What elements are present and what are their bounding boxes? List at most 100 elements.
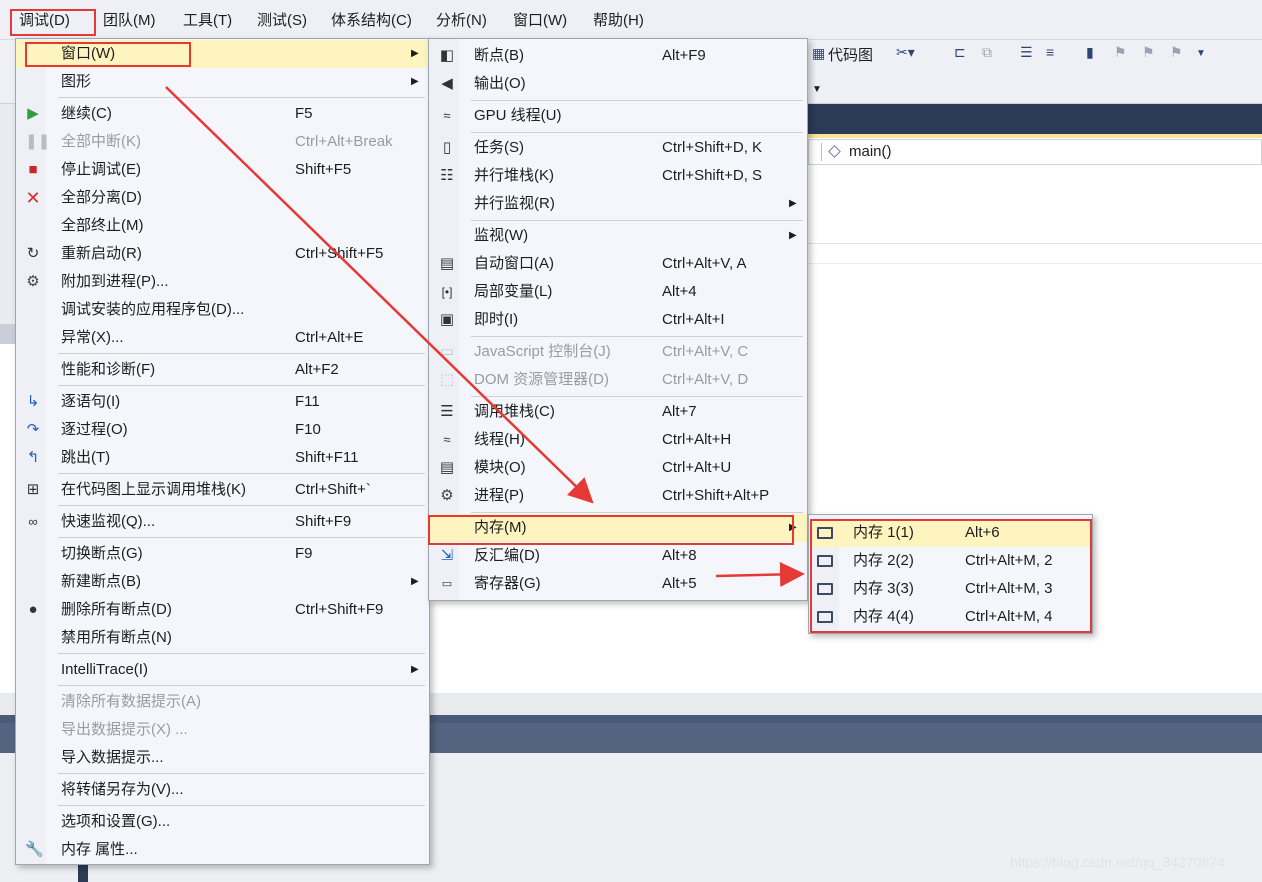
toolbar-overflow-icon[interactable]: ▼ bbox=[1196, 48, 1206, 66]
continue-icon: ▶ bbox=[27, 105, 39, 122]
menu-item-exceptions[interactable]: 异常(X)... Ctrl+Alt+E bbox=[16, 324, 429, 352]
detach-icon: ✕ bbox=[25, 188, 41, 208]
attach-icon: ⚙ bbox=[26, 273, 40, 290]
menu-tools[interactable]: 工具(T) bbox=[176, 9, 239, 33]
menu-item-quick-watch[interactable]: ∞ 快速监视(Q)... Shift+F9 bbox=[16, 508, 429, 536]
breakpoints-icon: ◧ bbox=[439, 47, 455, 64]
menu-item-autos[interactable]: ▤ 自动窗口(A) Ctrl+Alt+V, A bbox=[429, 250, 807, 278]
menu-item-new-breakpoint[interactable]: 新建断点(B) ▶ bbox=[16, 568, 429, 596]
menu-item-js-console[interactable]: ▭ JavaScript 控制台(J) Ctrl+Alt+V, C bbox=[429, 338, 807, 366]
menu-item-immediate[interactable]: ▣ 即时(I) Ctrl+Alt+I bbox=[429, 306, 807, 334]
call-stack-icon: ☰ bbox=[440, 403, 454, 420]
step-out-icon: ↰ bbox=[26, 449, 40, 466]
menu-item-call-stack[interactable]: ☰ 调用堆栈(C) Alt+7 bbox=[429, 398, 807, 426]
submenu-arrow-icon: ▶ bbox=[789, 230, 797, 241]
menu-item-step-over[interactable]: ↷ 逐过程(O) F10 bbox=[16, 416, 429, 444]
menu-item-continue[interactable]: ▶ 继续(C) F5 bbox=[16, 100, 429, 128]
menu-item-step-out[interactable]: ↰ 跳出(T) Shift+F11 bbox=[16, 444, 429, 472]
menu-item-step-into[interactable]: ↳ 逐语句(I) F11 bbox=[16, 388, 429, 416]
menu-team[interactable]: 团队(M) bbox=[96, 9, 163, 33]
menu-item-import-datatips[interactable]: 导入数据提示... bbox=[16, 744, 429, 772]
menu-bar: 调试(D) 团队(M) 工具(T) 测试(S) 体系结构(C) 分析(N) 窗口… bbox=[0, 0, 1262, 40]
menu-item-memory-1[interactable]: 内存 1(1) Alt+6 bbox=[809, 519, 1092, 547]
submenu-arrow-icon: ▶ bbox=[411, 576, 419, 587]
menu-item-registers[interactable]: ▭ 寄存器(G) Alt+5 bbox=[429, 570, 807, 598]
menu-item-disassembly[interactable]: ⇲ 反汇编(D) Alt+8 bbox=[429, 542, 807, 570]
step-into-icon: ↳ bbox=[26, 393, 40, 410]
menu-window[interactable]: 窗口(W) bbox=[506, 9, 574, 33]
code-map-button[interactable]: 代码图 bbox=[828, 44, 873, 65]
menu-item-dom-explorer[interactable]: ⬚ DOM 资源管理器(D) Ctrl+Alt+V, D bbox=[429, 366, 807, 394]
menu-item-restart[interactable]: ↻ 重新启动(R) Ctrl+Shift+F5 bbox=[16, 240, 429, 268]
menu-item-breakpoints[interactable]: ◧ 断点(B) Alt+F9 bbox=[429, 42, 807, 70]
menu-item-memory-4[interactable]: 内存 4(4) Ctrl+Alt+M, 4 bbox=[809, 603, 1092, 631]
submenu-arrow-icon: ▶ bbox=[411, 664, 419, 675]
menu-item-locals[interactable]: [•] 局部变量(L) Alt+4 bbox=[429, 278, 807, 306]
pause-icon: ❚❚ bbox=[25, 133, 51, 150]
output-icon: ◀ bbox=[441, 75, 453, 92]
debug-menu: 窗口(W) ▶ 图形 ▶ ▶ 继续(C) F5 ❚❚ 全部中断(K) Ctrl+Alt+Br… bbox=[15, 38, 430, 865]
menu-item-save-dump[interactable]: 将转储另存为(V)... bbox=[16, 776, 429, 804]
menu-item-break-all[interactable]: ❚❚ 全部中断(K) Ctrl+Alt+Break bbox=[16, 128, 429, 156]
glasses-icon: ∞ bbox=[28, 514, 38, 529]
function-dropdown[interactable]: main() bbox=[849, 143, 892, 160]
active-tab-line bbox=[808, 134, 1262, 138]
menu-help[interactable]: 帮助(H) bbox=[586, 9, 651, 33]
toolbar-row2-dropdown-icon[interactable]: ▼ bbox=[812, 84, 822, 102]
menu-item-memory-3[interactable]: 内存 3(3) Ctrl+Alt+M, 3 bbox=[809, 575, 1092, 603]
menu-item-window[interactable]: 窗口(W) ▶ bbox=[16, 40, 429, 68]
menu-item-detach-all[interactable]: ✕ 全部分离(D) bbox=[16, 184, 429, 212]
js-console-icon: ▭ bbox=[439, 343, 455, 360]
menu-item-watch[interactable]: 监视(W) ▶ bbox=[429, 222, 807, 250]
menu-item-options[interactable]: 选项和设置(G)... bbox=[16, 808, 429, 836]
menu-analyze[interactable]: 分析(N) bbox=[429, 9, 494, 33]
left-tool-strip-tab bbox=[0, 324, 16, 344]
menu-item-attach-to-process[interactable]: ⚙ 附加到进程(P)... bbox=[16, 268, 429, 296]
menu-item-intellitrace[interactable]: IntelliTrace(I) ▶ bbox=[16, 656, 429, 684]
menu-item-modules[interactable]: ▤ 模块(O) Ctrl+Alt+U bbox=[429, 454, 807, 482]
menu-item-delete-all-breakpoints[interactable]: ● 删除所有断点(D) Ctrl+Shift+F9 bbox=[16, 596, 429, 624]
menu-item-export-datatips[interactable]: 导出数据提示(X) ... bbox=[16, 716, 429, 744]
tasks-icon: ▯ bbox=[442, 139, 452, 156]
menu-item-gpu-threads[interactable]: ≈ GPU 线程(U) bbox=[429, 102, 807, 130]
memory-submenu: 内存 1(1) Alt+6 内存 2(2) Ctrl+Alt+M, 2 内存 3(3… bbox=[808, 514, 1093, 634]
menu-item-output[interactable]: ◀ 输出(O) bbox=[429, 70, 807, 98]
menu-item-stop-debugging[interactable]: ■ 停止调试(E) Shift+F5 bbox=[16, 156, 429, 184]
menu-item-memory-properties[interactable]: 🔧 内存 属性... bbox=[16, 836, 429, 864]
navigation-bar[interactable]: main() bbox=[808, 139, 1262, 165]
menu-architecture[interactable]: 体系结构(C) bbox=[324, 9, 419, 33]
restart-icon: ↻ bbox=[26, 245, 40, 262]
prev-bookmark-icon[interactable]: ⚑ bbox=[1114, 44, 1127, 62]
toolbar-list-icon[interactable]: ☰ bbox=[1020, 44, 1033, 62]
menu-item-toggle-breakpoint[interactable]: 切换断点(G) F9 bbox=[16, 540, 429, 568]
menu-item-parallel-watch[interactable]: 并行监视(R) ▶ bbox=[429, 190, 807, 218]
toolbar-align-icon[interactable]: ⊏ bbox=[954, 44, 966, 62]
submenu-arrow-icon: ▶ bbox=[411, 76, 419, 87]
menu-item-parallel-stacks[interactable]: ☷ 并行堆栈(K) Ctrl+Shift+D, S bbox=[429, 162, 807, 190]
toolbar-comment-icon[interactable]: ≡ bbox=[1046, 44, 1054, 62]
next-bookmark-icon[interactable]: ⚑ bbox=[1142, 44, 1155, 62]
bookmark-icon[interactable]: ▮ bbox=[1086, 44, 1094, 62]
clear-bookmark-icon[interactable]: ⚑ bbox=[1170, 44, 1183, 62]
memory-chip-icon bbox=[817, 581, 833, 597]
menu-test[interactable]: 测试(S) bbox=[250, 9, 314, 33]
menu-item-memory-2[interactable]: 内存 2(2) Ctrl+Alt+M, 2 bbox=[809, 547, 1092, 575]
menu-item-disable-all-breakpoints[interactable]: 禁用所有断点(N) bbox=[16, 624, 429, 652]
menu-item-threads[interactable]: ≈ 线程(H) Ctrl+Alt+H bbox=[429, 426, 807, 454]
toolbar-copy-icon[interactable]: ⧉ bbox=[982, 44, 992, 62]
menu-item-debug-app-package[interactable]: 调试安装的应用程序包(D)... bbox=[16, 296, 429, 324]
menu-item-tasks[interactable]: ▯ 任务(S) Ctrl+Shift+D, K bbox=[429, 134, 807, 162]
windows-submenu: ◧ 断点(B) Alt+F9 ◀ 输出(O) ≈ GPU 线程(U) ▯ 任务(S) Ctr… bbox=[428, 38, 808, 601]
menu-item-memory[interactable]: 内存(M) ▶ bbox=[429, 514, 807, 542]
processes-icon: ⚙ bbox=[440, 487, 454, 504]
menu-debug[interactable]: 调试(D) bbox=[12, 9, 77, 33]
submenu-arrow-icon: ▶ bbox=[411, 48, 419, 59]
menu-item-show-call-stack-on-code-map[interactable]: ⊞ 在代码图上显示调用堆栈(K) Ctrl+Shift+` bbox=[16, 476, 429, 504]
menu-item-processes[interactable]: ⚙ 进程(P) Ctrl+Shift+Alt+P bbox=[429, 482, 807, 510]
toolbar-tool-icon[interactable]: ✂▾ bbox=[896, 44, 915, 62]
menu-item-performance[interactable]: 性能和诊断(F) Alt+F2 bbox=[16, 356, 429, 384]
locals-icon: [•] bbox=[441, 285, 453, 299]
menu-item-terminate-all[interactable]: 全部终止(M) bbox=[16, 212, 429, 240]
menu-item-clear-datatips[interactable]: 清除所有数据提示(A) bbox=[16, 688, 429, 716]
menu-item-graphics[interactable]: 图形 ▶ bbox=[16, 68, 429, 96]
